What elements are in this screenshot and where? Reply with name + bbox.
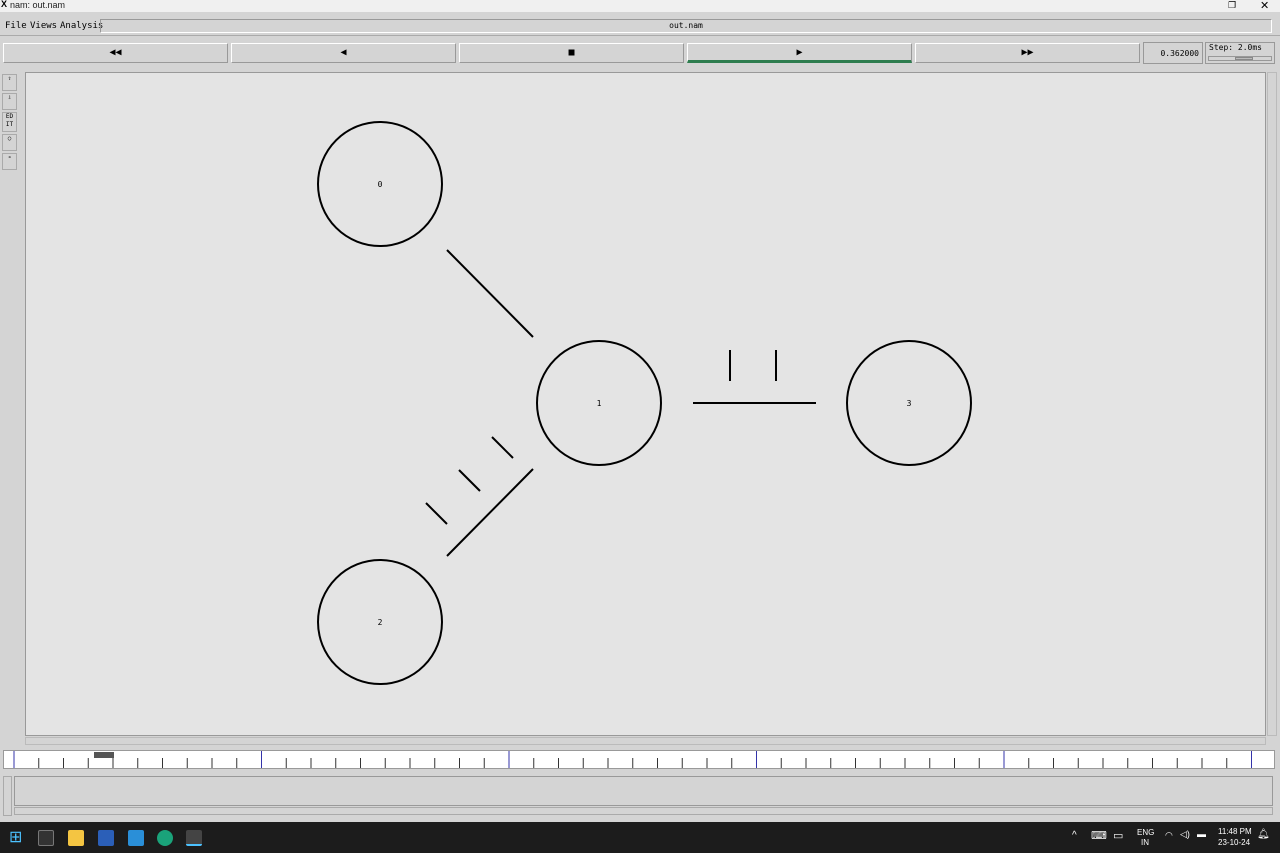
console-hscroll[interactable] bbox=[14, 807, 1273, 815]
vscode-icon[interactable] bbox=[128, 830, 144, 846]
topology-svg: 0 1 2 3 bbox=[317, 121, 972, 685]
rewind-button[interactable]: ◀◀ bbox=[3, 43, 228, 63]
chevron-up-icon[interactable]: ^ bbox=[1072, 830, 1077, 841]
circle-small-icon[interactable]: ∘ bbox=[2, 153, 17, 170]
zoom-out-icon[interactable]: ⇩ bbox=[2, 93, 17, 110]
step-back-button[interactable]: ◀ bbox=[231, 43, 456, 63]
language-label[interactable]: ENG bbox=[1137, 828, 1154, 837]
step-label: Step: 2.0ms bbox=[1209, 43, 1262, 52]
packet bbox=[491, 436, 514, 459]
link-2-1 bbox=[446, 468, 534, 557]
notification-icon[interactable]: 🔔︎ bbox=[1257, 829, 1270, 840]
stop-button[interactable]: ■ bbox=[459, 43, 684, 63]
taskbar: ⊞ ^ ⌨ ▭ ENG IN ◠ ◁) ▬ 11:48 PM 23-10-24 … bbox=[0, 822, 1280, 853]
clock-time[interactable]: 11:48 PM bbox=[1218, 827, 1252, 836]
wifi-icon[interactable]: ◠ bbox=[1165, 830, 1173, 841]
step-control[interactable]: Step: 2.0ms bbox=[1205, 42, 1275, 64]
horizontal-scrollbar[interactable] bbox=[25, 737, 1266, 745]
title-bar: X nam: out.nam ❐ ✕ bbox=[0, 0, 1280, 12]
region-label[interactable]: IN bbox=[1141, 838, 1149, 847]
nam-icon[interactable] bbox=[186, 830, 202, 846]
node-label: 2 bbox=[378, 618, 383, 627]
window-title: nam: out.nam bbox=[10, 0, 66, 10]
display-icon[interactable]: ▭ bbox=[1113, 829, 1123, 842]
timeline-ticks bbox=[13, 751, 1252, 768]
word-icon[interactable] bbox=[98, 830, 114, 846]
circle-large-icon[interactable]: ○ bbox=[2, 134, 17, 151]
menu-file[interactable]: File bbox=[5, 21, 27, 31]
timeline-handle[interactable] bbox=[94, 752, 114, 758]
packet bbox=[458, 469, 481, 492]
zoom-in-icon[interactable]: ⇧ bbox=[2, 74, 17, 91]
node-label: 3 bbox=[907, 399, 912, 408]
restore-button[interactable]: ❐ bbox=[1228, 0, 1236, 11]
link-0-1 bbox=[446, 249, 534, 338]
node-label: 0 bbox=[378, 180, 383, 189]
keyboard-icon[interactable]: ⌨ bbox=[1091, 829, 1107, 842]
timeline-slider[interactable] bbox=[3, 750, 1275, 769]
toolbar-left: ⇧ ⇩ ED IT ○ ∘ bbox=[2, 74, 19, 172]
vertical-scrollbar[interactable] bbox=[1267, 72, 1277, 736]
console-vscroll[interactable] bbox=[3, 776, 12, 816]
fast-forward-button[interactable]: ▶▶ bbox=[915, 43, 1140, 63]
close-button[interactable]: ✕ bbox=[1260, 0, 1269, 12]
edit-button[interactable]: ED IT bbox=[2, 112, 17, 132]
time-display: 0.362000 bbox=[1143, 42, 1203, 64]
packet bbox=[425, 502, 448, 525]
terminal-icon[interactable] bbox=[38, 830, 54, 846]
menu-views[interactable]: Views bbox=[30, 21, 57, 31]
node-label: 1 bbox=[597, 399, 602, 408]
app-icon: X bbox=[1, 0, 8, 9]
annotation-panel bbox=[14, 776, 1273, 806]
network-canvas[interactable]: 0 1 2 3 bbox=[25, 72, 1266, 736]
play-button[interactable]: ▶ bbox=[687, 43, 912, 63]
file-name-display: out.nam bbox=[100, 19, 1272, 33]
battery-icon[interactable]: ▬ bbox=[1197, 829, 1206, 839]
step-slider[interactable] bbox=[1208, 56, 1272, 61]
start-icon[interactable]: ⊞ bbox=[9, 827, 25, 846]
volume-icon[interactable]: ◁) bbox=[1180, 829, 1190, 840]
edge-icon[interactable] bbox=[157, 830, 173, 846]
clock-date[interactable]: 23-10-24 bbox=[1218, 838, 1250, 847]
file-explorer-icon[interactable] bbox=[68, 830, 84, 846]
menu-analysis[interactable]: Analysis bbox=[60, 21, 103, 31]
